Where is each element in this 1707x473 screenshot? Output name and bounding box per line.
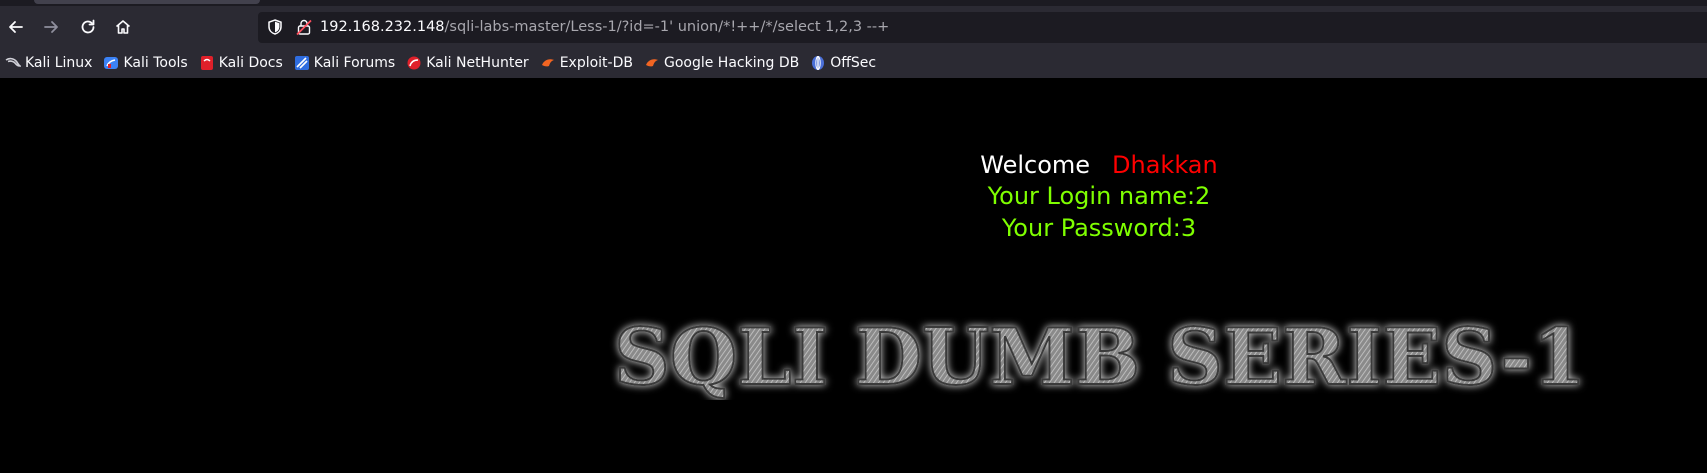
user-name: Dhakkan: [1112, 151, 1218, 179]
home-button[interactable]: [109, 13, 137, 41]
kali-tools-icon: [104, 57, 119, 69]
back-button[interactable]: [2, 13, 30, 41]
forward-arrow-icon: [44, 21, 58, 33]
url-path: /sqli-labs-master/Less-1/?id=-1' union/*…: [444, 19, 890, 35]
bookmark-offsec[interactable]: OffSec: [810, 52, 876, 74]
bookmark-label: Kali NetHunter: [426, 55, 529, 71]
insecure-lock-icon[interactable]: [295, 18, 313, 36]
page-content: Welcome Dhakkan Your Login name:2 Your Pa…: [0, 78, 1707, 473]
bookmark-label: Kali Docs: [218, 55, 283, 71]
password-result: Your Password:3: [1001, 214, 1197, 242]
banner-text: SQLI DUMB SERIES-1: [614, 312, 1586, 400]
kali-forums-icon: [294, 56, 309, 70]
bookmark-kali-tools[interactable]: Kali Tools: [103, 52, 188, 74]
bookmark-google-hacking-db[interactable]: Google Hacking DB: [644, 52, 799, 74]
bookmark-kali-docs[interactable]: Kali Docs: [199, 52, 283, 74]
exploit-db-icon: [541, 59, 554, 67]
url-host: 192.168.232.148: [320, 19, 445, 35]
welcome-line: Welcome Dhakkan: [0, 150, 1707, 181]
kali-dragon-icon: [5, 57, 21, 67]
bookmarks-toolbar: Kali Linux Kali Tools Kali Docs Kali For…: [0, 48, 1707, 78]
url-text[interactable]: 192.168.232.148/sqli-labs-master/Less-1/…: [320, 19, 889, 36]
forward-button[interactable]: [37, 13, 65, 41]
login-name-result: Your Login name:2: [987, 182, 1211, 210]
ghdb-icon: [645, 59, 658, 67]
reload-button[interactable]: [74, 13, 102, 41]
offsec-icon: [812, 56, 825, 70]
active-tab[interactable]: [34, 0, 260, 4]
tracking-shield-icon[interactable]: [266, 18, 284, 36]
bookmark-label: Kali Tools: [123, 55, 188, 71]
bookmark-label: Kali Linux: [25, 55, 93, 71]
home-icon: [115, 20, 131, 34]
kali-docs-icon: [200, 56, 213, 70]
sqli-dumb-series-banner: SQLI DUMB SERIES-1: [613, 311, 1587, 400]
bookmark-exploit-db[interactable]: Exploit-DB: [540, 52, 633, 74]
bookmark-kali-forums[interactable]: Kali Forums: [294, 52, 395, 74]
bookmark-label: Google Hacking DB: [663, 55, 800, 71]
bookmark-kali-nethunter[interactable]: Kali NetHunter: [406, 52, 529, 74]
nethunter-icon: [407, 56, 421, 70]
url-bar[interactable]: 192.168.232.148/sqli-labs-master/Less-1/…: [258, 12, 1707, 43]
bookmark-kali-linux[interactable]: Kali Linux: [5, 52, 92, 74]
back-arrow-icon: [9, 21, 23, 33]
reload-icon: [81, 19, 95, 34]
bookmark-label: OffSec: [830, 55, 877, 71]
welcome-text: Welcome: [980, 151, 1091, 179]
bookmark-label: Exploit-DB: [559, 55, 633, 71]
bookmark-label: Kali Forums: [313, 55, 396, 71]
navigation-toolbar: 192.168.232.148/sqli-labs-master/Less-1/…: [0, 6, 1707, 48]
